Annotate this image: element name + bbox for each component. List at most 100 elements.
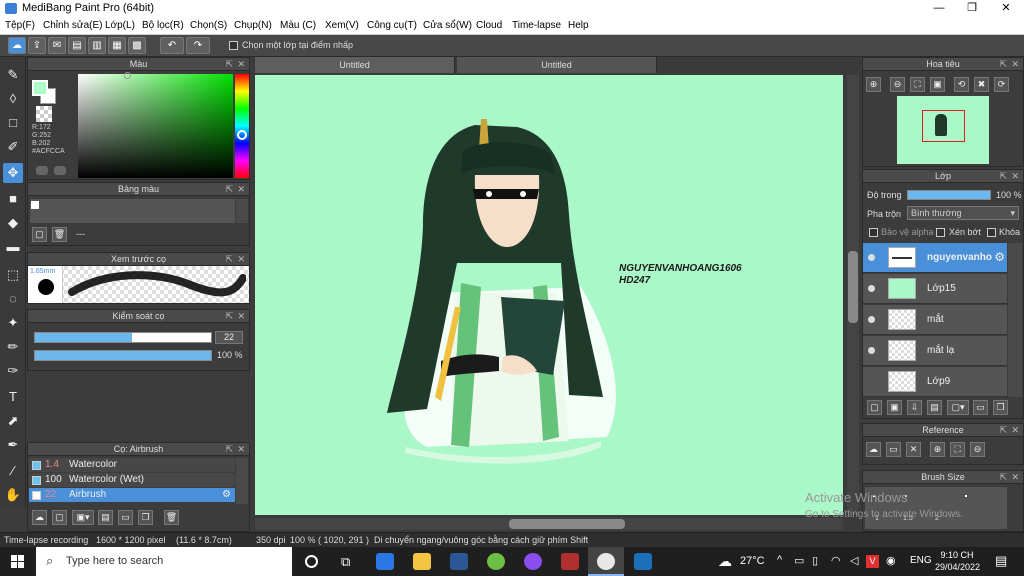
layers-scrollbar[interactable] <box>1008 243 1022 397</box>
undock-icon[interactable]: ⇱ <box>225 310 233 323</box>
zoom-out-icon[interactable]: ⊖ <box>890 77 905 92</box>
hand-tool-icon[interactable]: ✋ <box>3 485 23 505</box>
eyedropper-tool-icon[interactable]: ⁄ <box>3 461 23 481</box>
zoom-in-icon[interactable]: ⊕ <box>930 442 945 457</box>
maximize-button[interactable]: ❐ <box>955 0 989 17</box>
text-tool-icon[interactable]: T <box>3 387 23 407</box>
layer-row[interactable]: mắt lạ <box>863 336 1007 366</box>
file-explorer-icon[interactable] <box>413 553 431 570</box>
visibility-icon[interactable] <box>868 316 875 323</box>
tab-untitled-2[interactable]: Untitled <box>457 57 657 73</box>
operation-tool-icon[interactable]: ⬈ <box>3 411 23 431</box>
undock-icon[interactable]: ⇱ <box>225 183 233 196</box>
lasso-tool-icon[interactable]: ◌ <box>3 289 23 309</box>
hue-slider-handle[interactable] <box>237 130 247 140</box>
menu-capture[interactable]: Chụp(N) <box>234 20 272 31</box>
rotate-right-icon[interactable]: ⟳ <box>994 77 1009 92</box>
layer-down-icon[interactable]: ▤ <box>927 400 942 415</box>
layer-folder-icon[interactable]: ▭ <box>973 400 988 415</box>
dot-tool-icon[interactable]: □ <box>3 113 23 133</box>
move-tool-icon[interactable]: ✥ <box>3 163 23 183</box>
brush-menu-icon[interactable]: ▣▾ <box>72 510 94 525</box>
menu-filter[interactable]: Bộ lọc(R) <box>142 20 184 31</box>
visibility-icon[interactable] <box>868 285 875 292</box>
task-view-icon[interactable]: ⧉ <box>341 554 350 570</box>
grid-icon[interactable]: ▦ <box>108 37 126 54</box>
close-reference-icon[interactable]: ✕ <box>906 442 921 457</box>
menu-help[interactable]: Help <box>568 20 589 31</box>
brush-tool-icon[interactable]: ✎ <box>3 65 23 85</box>
close-panel-icon[interactable]: ✕ <box>237 310 245 323</box>
navigator-thumbnail[interactable] <box>897 96 989 164</box>
reset-rotation-icon[interactable]: ✖ <box>974 77 989 92</box>
hue-slider[interactable] <box>235 74 249 178</box>
close-panel-icon[interactable]: ✕ <box>1011 58 1019 71</box>
brush-settings-icon[interactable]: ⚙ <box>222 488 231 502</box>
close-panel-icon[interactable]: ✕ <box>1011 471 1019 484</box>
layer-opacity-slider[interactable] <box>907 190 991 200</box>
delete-brush-icon[interactable]: 🗑 <box>164 510 179 525</box>
close-panel-icon[interactable]: ✕ <box>237 58 245 71</box>
document-icon[interactable]: ▥ <box>88 37 106 54</box>
brush-folder-icon[interactable]: ▤ <box>98 510 113 525</box>
menu-file[interactable]: Tệp(F) <box>5 20 35 31</box>
undock-icon[interactable]: ⇱ <box>999 424 1007 437</box>
layer-row[interactable]: mắt <box>863 305 1007 335</box>
menu-view[interactable]: Xem(V) <box>325 20 359 31</box>
fit-reference-icon[interactable]: ⛶ <box>950 442 965 457</box>
store-icon[interactable] <box>376 553 394 570</box>
cortana-icon[interactable] <box>305 555 318 568</box>
layout-icon[interactable]: ▩ <box>128 37 146 54</box>
menu-color[interactable]: Màu (C) <box>280 20 316 31</box>
select-eraser-tool-icon[interactable]: ✑ <box>3 361 23 381</box>
cloud-reference-icon[interactable]: ☁ <box>866 442 881 457</box>
color-mode-button[interactable] <box>36 166 48 175</box>
palette-swatch[interactable] <box>31 201 39 209</box>
layer-row[interactable]: Lớp15 <box>863 274 1007 304</box>
divide-tool-icon[interactable]: ✒ <box>3 435 23 455</box>
delete-layer-icon[interactable]: ❐ <box>993 400 1008 415</box>
menu-window[interactable]: Cửa sổ(W) <box>423 20 472 31</box>
horizontal-scroll-thumb[interactable] <box>509 519 625 529</box>
close-panel-icon[interactable]: ✕ <box>1011 170 1019 183</box>
wifi-icon[interactable]: ◠ <box>831 554 841 567</box>
network-icon[interactable]: ▭ <box>794 554 804 567</box>
brush-size-slider[interactable] <box>34 332 212 343</box>
menu-cloud[interactable]: Cloud <box>476 20 502 31</box>
lock-checkbox[interactable] <box>987 228 996 237</box>
close-panel-icon[interactable]: ✕ <box>237 183 245 196</box>
eraser-tool-icon[interactable]: ◊ <box>3 89 23 109</box>
add-palette-icon[interactable]: ▢ <box>32 227 47 242</box>
palette-scrollbar[interactable] <box>236 199 248 223</box>
drawing-canvas[interactable]: NGUYENVANHOANG1606 HD247 <box>255 75 843 515</box>
menu-timelapse[interactable]: Time-lapse <box>512 20 561 31</box>
duplicate-layer-icon[interactable]: ▣ <box>887 400 902 415</box>
close-panel-icon[interactable]: ✕ <box>237 253 245 266</box>
minimize-button[interactable]: — <box>922 0 956 17</box>
battery-icon[interactable]: ▯ <box>812 554 818 567</box>
brush-item-watercolor-wet[interactable]: 100 Watercolor (Wet) <box>29 473 235 487</box>
tab-untitled-1[interactable]: Untitled <box>255 57 455 73</box>
layer-menu-icon[interactable]: ▢▾ <box>947 400 969 415</box>
transparent-swatch[interactable] <box>36 106 52 122</box>
chevron-up-icon[interactable]: ^ <box>777 554 782 566</box>
taskbar-search-box[interactable]: ⌕ Type here to search <box>36 547 292 576</box>
tray-app-icon[interactable]: V <box>866 555 879 568</box>
select-layer-checkbox[interactable] <box>229 41 238 50</box>
canvas-vertical-scrollbar[interactable] <box>847 75 859 515</box>
duplicate-brush-icon[interactable]: ❐ <box>138 510 153 525</box>
medibang-icon[interactable] <box>597 553 615 570</box>
notification-icon[interactable]: ▤ <box>995 553 1007 569</box>
blend-mode-select[interactable]: Bình thường ▾ <box>907 206 1019 220</box>
actual-size-icon[interactable]: ▣ <box>930 77 945 92</box>
canvas-horizontal-scrollbar[interactable] <box>255 518 843 530</box>
volume-icon[interactable]: ◁ <box>850 554 858 567</box>
cloud-brush-icon[interactable]: ☁ <box>32 510 47 525</box>
share-icon[interactable]: ⇪ <box>28 37 46 54</box>
menu-tools[interactable]: Công cụ(T) <box>367 20 417 31</box>
menu-layer[interactable]: Lớp(L) <box>105 20 135 31</box>
delete-palette-icon[interactable]: 🗑 <box>52 227 67 242</box>
winrar-icon[interactable] <box>561 553 579 570</box>
menu-select[interactable]: Chọn(S) <box>190 20 227 31</box>
wechat-icon[interactable]: ◉ <box>886 554 896 567</box>
